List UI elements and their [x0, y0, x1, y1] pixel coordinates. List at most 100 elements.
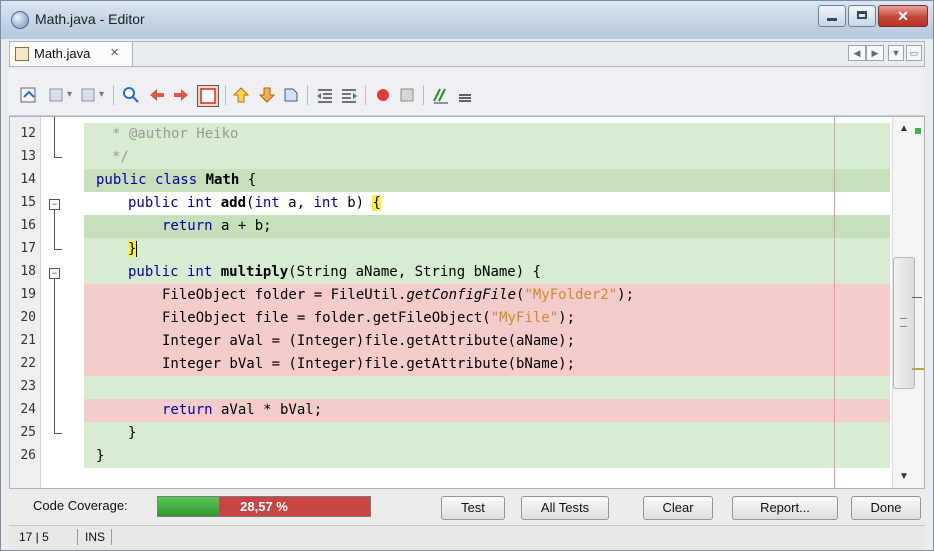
maximize-button[interactable]	[848, 5, 876, 27]
dropdown-icon: ▼	[891, 48, 901, 58]
scroll-down-icon[interactable]: ▼	[899, 471, 909, 482]
code-line-25: }	[128, 425, 137, 441]
line-number: 25	[20, 425, 36, 440]
java-file-icon	[15, 47, 29, 61]
line-number: 18	[20, 264, 36, 279]
code-line-16: return a + b;	[162, 218, 272, 234]
start-macro-recording-icon[interactable]	[373, 85, 393, 105]
stop-macro-recording-icon[interactable]	[397, 85, 417, 105]
scroll-up-icon[interactable]: ▲	[899, 123, 909, 134]
method-name: multiply	[220, 264, 289, 280]
keyword: public int	[128, 195, 221, 211]
line-row-23	[84, 376, 890, 399]
line-number: 12	[20, 126, 36, 141]
keyword: int	[313, 195, 339, 211]
find-next-icon[interactable]	[171, 85, 191, 105]
keyword: int	[254, 195, 280, 211]
line-number: 13	[20, 149, 36, 164]
error-stripe-mark[interactable]	[912, 297, 922, 298]
editor-tab-bar: Math.java ✕ ◀ ▶ ▼ ▭	[9, 41, 925, 67]
test-button[interactable]: Test	[441, 496, 505, 520]
all-tests-button[interactable]: All Tests	[521, 496, 609, 520]
insert-mode[interactable]: INS	[85, 530, 105, 544]
line-number: 20	[20, 310, 36, 325]
comment-text: @author Heiko	[128, 126, 239, 142]
fold-end-marker	[54, 249, 62, 250]
previous-bookmark-icon[interactable]	[231, 85, 251, 105]
matching-brace: {	[372, 195, 381, 211]
shift-line-left-icon[interactable]	[315, 85, 335, 105]
next-bookmark-icon[interactable]	[257, 85, 277, 105]
fold-toggle-icon[interactable]: −	[49, 199, 60, 210]
fold-toggle-icon[interactable]: −	[49, 268, 60, 279]
arrow-right-icon: ▶	[871, 48, 879, 58]
error-stripe-status-icon	[915, 128, 921, 134]
app-icon	[11, 11, 29, 29]
method-call: getConfigFile	[406, 287, 517, 303]
line-number: 21	[20, 333, 36, 348]
keyword: return	[162, 218, 213, 234]
fold-guide	[54, 117, 55, 157]
report-button[interactable]: Report...	[732, 496, 838, 520]
code-line-24: return aVal * bVal;	[162, 402, 322, 418]
maximize-window-button[interactable]: ▭	[906, 45, 922, 61]
line-number: 22	[20, 356, 36, 371]
tab-close-icon[interactable]: ✕	[110, 46, 119, 59]
fold-guide	[54, 210, 55, 249]
line-number: 14	[20, 172, 36, 187]
toggle-highlight-search-icon[interactable]	[197, 85, 219, 107]
line-number: 19	[20, 287, 36, 302]
code-line-26: }	[96, 448, 105, 464]
uncomment-icon[interactable]	[455, 85, 475, 105]
toolbar-separator	[113, 85, 114, 105]
clear-button[interactable]: Clear	[643, 496, 713, 520]
coverage-bar: Code Coverage: 28,57 % Test All Tests Cl…	[9, 490, 925, 524]
editor-window: Math.java - Editor ✕ Math.java ✕ ◀ ▶ ▼ ▭…	[0, 0, 934, 551]
line-number: 24	[20, 402, 36, 417]
toggle-bookmark-icon[interactable]	[281, 85, 301, 105]
close-window-button[interactable]: ✕	[878, 5, 928, 27]
minimize-button[interactable]	[818, 5, 846, 27]
line-row-17	[84, 238, 890, 261]
comment-icon[interactable]	[431, 85, 451, 105]
status-separator	[77, 529, 78, 545]
tab-label: Math.java	[34, 46, 91, 61]
restore-icon: ▭	[909, 48, 919, 58]
scroll-tabs-right-button[interactable]: ▶	[866, 45, 884, 61]
keyword: public class	[96, 172, 206, 188]
tab-math-java[interactable]: Math.java ✕	[10, 42, 133, 66]
line-number: 26	[20, 448, 36, 463]
code-text: (String aName, String bName) {	[288, 264, 542, 280]
fold-end-marker	[54, 433, 62, 434]
shift-line-right-icon[interactable]	[339, 85, 359, 105]
code-text: );	[558, 310, 576, 326]
editor-toolbar: ▾ ▾	[9, 69, 925, 116]
window-title: Math.java - Editor	[35, 11, 145, 27]
done-button[interactable]: Done	[851, 496, 921, 520]
back-icon[interactable]	[47, 85, 67, 105]
show-opened-documents-button[interactable]: ▼	[888, 45, 904, 61]
matching-brace: }	[128, 241, 137, 257]
code-line-20: FileObject file = folder.getFileObject("…	[162, 310, 575, 326]
last-edit-icon[interactable]	[19, 85, 39, 105]
find-previous-icon[interactable]	[147, 85, 167, 105]
method-name: add	[220, 195, 247, 211]
code-text: {	[239, 172, 257, 188]
forward-icon[interactable]	[79, 85, 99, 105]
minimize-icon	[827, 18, 837, 21]
code-line-21: Integer aVal = (Integer)file.getAttribut…	[162, 333, 576, 349]
maximize-icon	[857, 11, 867, 19]
string-literal: "MyFolder2"	[524, 287, 618, 303]
line-number: 17	[20, 241, 36, 256]
forward-dropdown-icon[interactable]: ▾	[99, 89, 119, 109]
text-caret	[136, 241, 138, 257]
scroll-tabs-left-button[interactable]: ◀	[848, 45, 866, 61]
code-editor[interactable]: 12 13 14 15 16 17 18 19 20 21 22 23 24 2…	[9, 116, 925, 489]
line-row-25	[84, 422, 890, 445]
find-icon[interactable]	[121, 85, 141, 105]
keyword: public int	[128, 264, 221, 280]
error-stripe-mark[interactable]	[912, 368, 924, 370]
status-bar: 17 | 5 INS	[9, 525, 925, 550]
grip-icon	[900, 318, 907, 327]
title-bar[interactable]: Math.java - Editor ✕	[1, 1, 933, 39]
